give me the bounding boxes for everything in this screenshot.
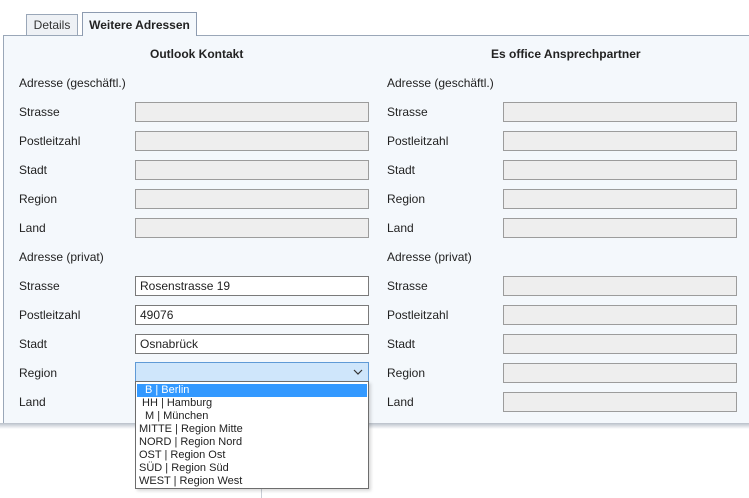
- left-business-stadt-label: Stadt: [19, 163, 48, 177]
- region-option-hamburg[interactable]: HH | Hamburg: [137, 397, 367, 410]
- region-option-sued[interactable]: SÜD | Region Süd: [137, 462, 367, 475]
- esoffice-contact-heading: Es office Ansprechpartner: [491, 47, 641, 61]
- right-private-stadt-label: Stadt: [387, 337, 416, 351]
- right-business-stadt-label: Stadt: [387, 163, 416, 177]
- left-private-header: Adresse (privat): [19, 250, 104, 264]
- right-private-strasse-field[interactable]: [503, 276, 737, 296]
- right-business-land-label: Land: [387, 221, 414, 235]
- tab-strip: Details Weitere Adressen: [0, 0, 749, 36]
- right-private-land-field[interactable]: [503, 392, 737, 412]
- left-business-land-field[interactable]: [135, 218, 369, 238]
- right-private-strasse-label: Strasse: [387, 279, 428, 293]
- left-business-land-label: Land: [19, 221, 46, 235]
- outlook-contact-heading: Outlook Kontakt: [150, 47, 244, 61]
- right-business-region-field[interactable]: [503, 189, 737, 209]
- right-business-plz-field[interactable]: [503, 131, 737, 151]
- left-private-strasse-field[interactable]: Rosenstrasse 19: [135, 276, 369, 296]
- left-private-stadt-label: Stadt: [19, 337, 48, 351]
- right-private-plz-label: Postleitzahl: [387, 308, 449, 322]
- left-private-plz-label: Postleitzahl: [19, 308, 81, 322]
- right-business-land-field[interactable]: [503, 218, 737, 238]
- left-private-strasse-label: Strasse: [19, 279, 60, 293]
- right-business-strasse-label: Strasse: [387, 105, 428, 119]
- left-business-region-label: Region: [19, 192, 58, 206]
- right-private-header: Adresse (privat): [387, 250, 472, 264]
- region-option-west[interactable]: WEST | Region West: [137, 475, 367, 488]
- left-business-strasse-label: Strasse: [19, 105, 60, 119]
- tab-details[interactable]: Details: [26, 14, 78, 35]
- region-option-mitte[interactable]: MITTE | Region Mitte: [137, 423, 367, 436]
- right-private-land-label: Land: [387, 395, 414, 409]
- right-business-header: Adresse (geschäftl.): [387, 76, 494, 90]
- left-business-header: Adresse (geschäftl.): [19, 76, 126, 90]
- left-business-strasse-field[interactable]: [135, 102, 369, 122]
- right-business-stadt-field[interactable]: [503, 160, 737, 180]
- region-dropdown-list[interactable]: B | Berlin HH | Hamburg M | München MITT…: [135, 381, 369, 489]
- left-business-stadt-field[interactable]: [135, 160, 369, 180]
- chevron-down-icon[interactable]: [352, 365, 364, 379]
- region-option-nord[interactable]: NORD | Region Nord: [137, 436, 367, 449]
- right-private-plz-field[interactable]: [503, 305, 737, 325]
- tab-weitere-adressen[interactable]: Weitere Adressen: [82, 12, 197, 36]
- right-private-region-field[interactable]: [503, 363, 737, 383]
- left-private-region-label: Region: [19, 366, 58, 380]
- right-private-stadt-field[interactable]: [503, 334, 737, 354]
- left-business-region-field[interactable]: [135, 189, 369, 209]
- panel-shadow: [0, 423, 749, 429]
- region-option-muenchen[interactable]: M | München: [137, 410, 367, 423]
- left-private-stadt-field[interactable]: Osnabrück: [135, 334, 369, 354]
- right-business-region-label: Region: [387, 192, 426, 206]
- right-private-region-label: Region: [387, 366, 426, 380]
- left-private-plz-field[interactable]: 49076: [135, 305, 369, 325]
- right-business-plz-label: Postleitzahl: [387, 134, 449, 148]
- left-private-land-label: Land: [19, 395, 46, 409]
- left-business-plz-field[interactable]: [135, 131, 369, 151]
- region-option-berlin[interactable]: B | Berlin: [137, 384, 367, 397]
- left-business-plz-label: Postleitzahl: [19, 134, 81, 148]
- left-private-region-combobox[interactable]: [135, 362, 369, 383]
- region-option-ost[interactable]: OST | Region Ost: [137, 449, 367, 462]
- right-business-strasse-field[interactable]: [503, 102, 737, 122]
